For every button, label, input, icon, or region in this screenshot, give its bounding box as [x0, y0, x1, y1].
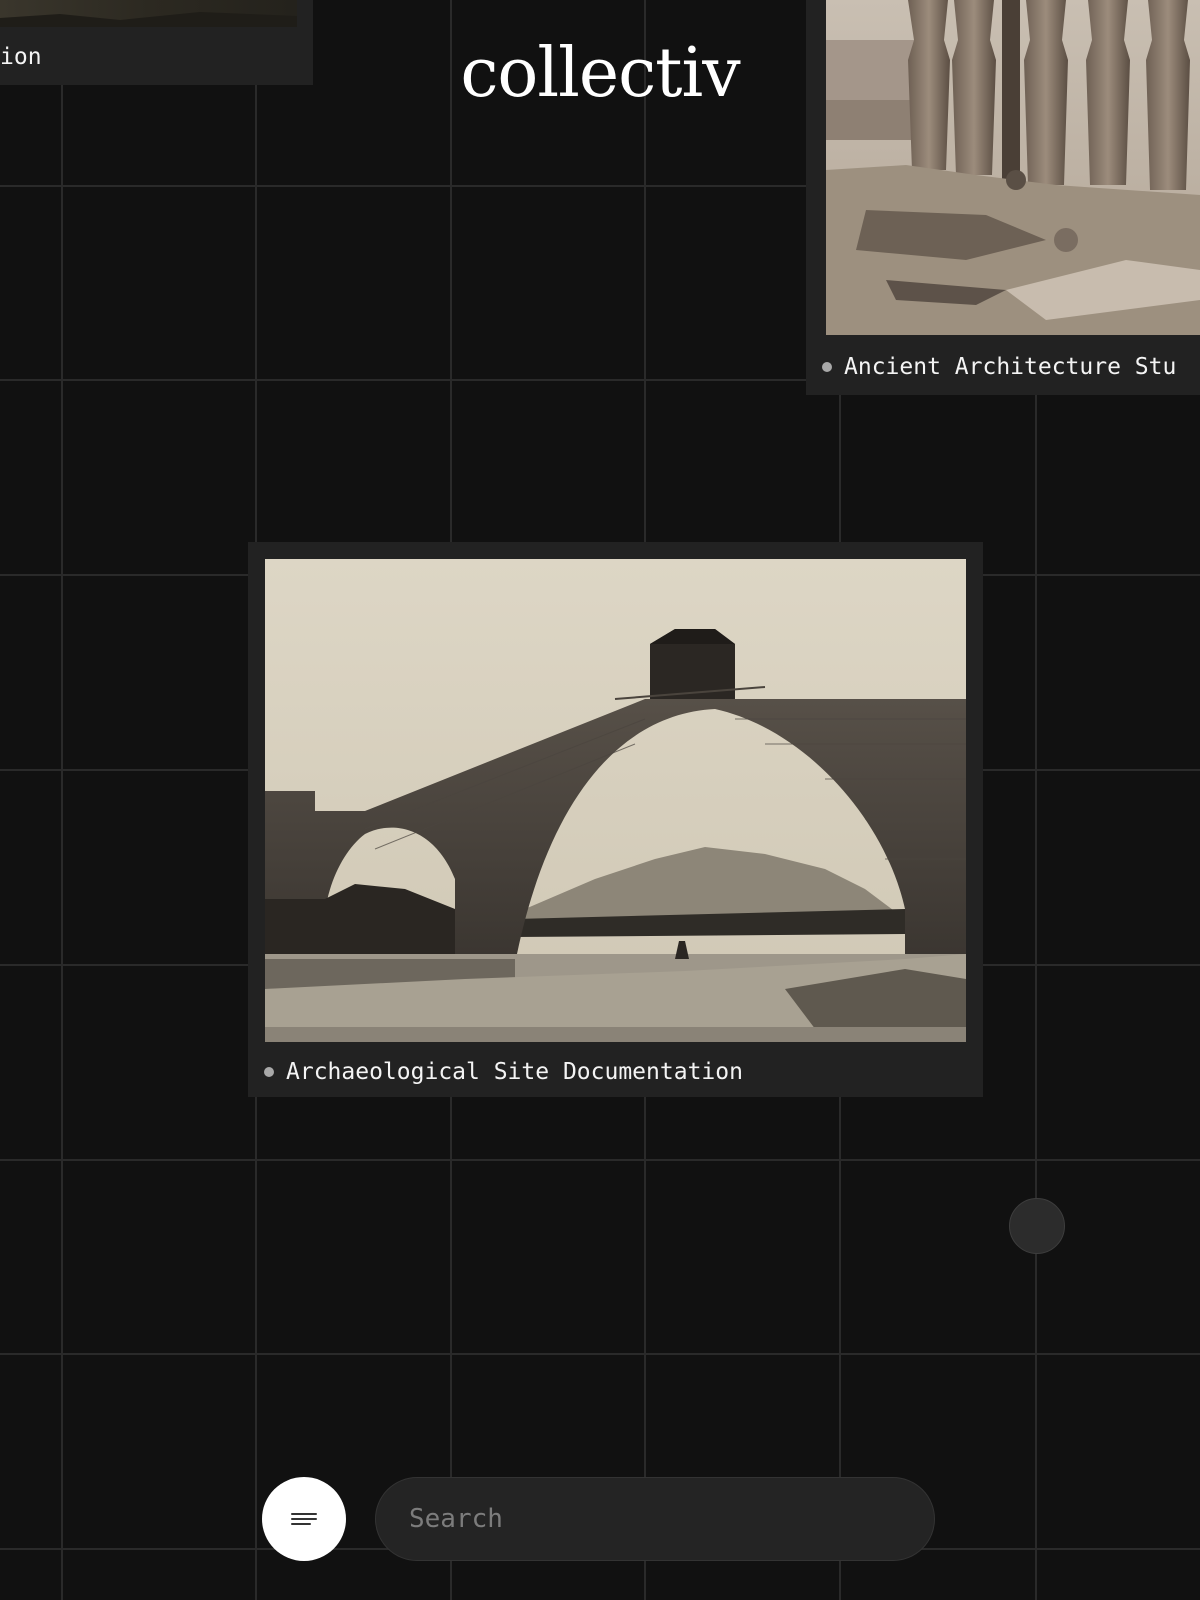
menu-lines-icon	[289, 1509, 319, 1529]
card-caption: Ancient Architecture Stu	[822, 352, 1200, 382]
menu-button[interactable]	[262, 1477, 346, 1561]
card-photo-stone-bridge	[265, 559, 966, 1042]
logo-wordmark[interactable]: collectiv	[0, 40, 1200, 108]
caption-dot-icon	[822, 362, 832, 372]
collection-card-archaeological-site[interactable]: Archaeological Site Documentation	[248, 542, 983, 1097]
cursor-indicator	[1009, 1198, 1065, 1254]
caption-dot-icon	[264, 1067, 274, 1077]
card-caption-text: Archaeological Site Documentation	[286, 1059, 743, 1085]
card-caption: Archaeological Site Documentation	[264, 1052, 964, 1092]
search-bar[interactable]	[375, 1477, 935, 1561]
search-input[interactable]	[409, 1478, 909, 1560]
card-photo	[0, 0, 297, 27]
card-caption-text: Ancient Architecture Stu	[844, 354, 1177, 380]
